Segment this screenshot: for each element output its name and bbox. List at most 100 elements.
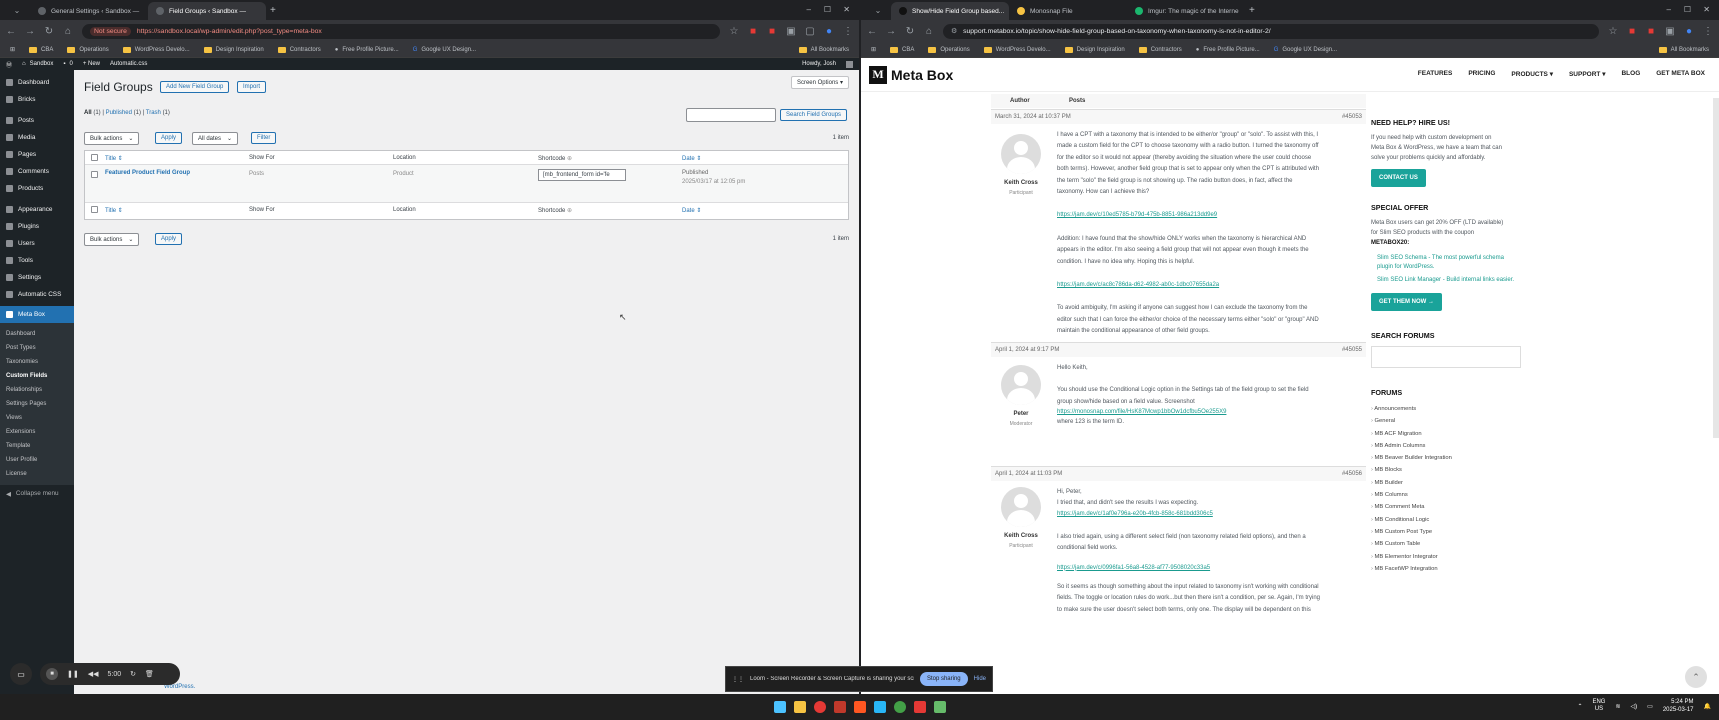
shortcode-input[interactable]: [mb_frontend_form id='fe [538,169,626,181]
wordpress-logo-icon[interactable]: Ⓦ [6,60,12,69]
menu-users[interactable]: Users [0,235,74,252]
get-them-now-button[interactable]: GET THEM NOW → [1371,293,1442,311]
profile-avatar-icon[interactable]: ● [824,26,834,37]
select-all-checkbox[interactable] [91,154,98,161]
nav-pricing[interactable]: PRICING [1468,70,1495,78]
menu-appearance[interactable]: Appearance [0,201,74,218]
extension-icon[interactable]: ▣ [1665,26,1675,37]
submenu-taxonomies[interactable]: Taxonomies [0,355,74,369]
apps-icon[interactable]: ⊞ [10,46,15,53]
tab-imgur[interactable]: Imgur: The magic of the Interne [1127,2,1245,20]
forward-icon[interactable]: → [886,26,896,37]
list-item[interactable]: MB Custom Post Type [1371,526,1521,538]
post-author[interactable]: Peter [991,411,1051,417]
jam-link[interactable]: https://jam.dev/c/10ed5785-b79d-475b-885… [1057,210,1356,221]
submenu-settings-pages[interactable]: Settings Pages [0,397,74,411]
filter-published[interactable]: Published [106,110,132,116]
post-id-link[interactable]: #45053 [1342,114,1362,120]
maximize-icon[interactable]: ☐ [1684,5,1691,14]
howdy-user[interactable]: Howdy, Josh [802,61,836,67]
tab-general-settings[interactable]: General Settings ‹ Sandbox — [30,2,148,20]
menu-plugins[interactable]: Plugins [0,218,74,235]
chrome-icon[interactable] [813,701,826,713]
maximize-icon[interactable]: ☐ [824,5,831,14]
bookmark-item[interactable]: Contractors [277,46,321,53]
stop-button[interactable]: ■ [46,668,58,680]
app-icon[interactable] [873,701,886,713]
list-item[interactable]: MB Comment Meta [1371,501,1521,513]
dates-select[interactable]: All dates ⌄ [192,132,239,145]
battery-icon[interactable]: ▭ [1647,703,1653,710]
home-icon[interactable]: ⌂ [22,61,26,67]
submenu-post-types[interactable]: Post Types [0,341,74,355]
list-item[interactable]: MB Builder [1371,477,1521,489]
home-icon[interactable]: ⌂ [63,26,73,37]
submenu-views[interactable]: Views [0,411,74,425]
address-bar[interactable]: ⚙ support.metabox.io/topic/show-hide-fie… [943,23,1599,39]
admin-bar-site[interactable]: Sandbox [30,61,54,67]
bookmark-star-icon[interactable]: ☆ [729,26,739,37]
forward-icon[interactable]: → [25,26,35,37]
apps-icon[interactable]: ⊞ [871,46,876,53]
post-author[interactable]: Keith Cross [991,533,1051,539]
apply-button-bottom[interactable]: Apply [155,233,183,245]
menu-products[interactable]: Products [0,180,74,197]
collapse-menu[interactable]: ◀ Collapse menu [0,485,74,502]
list-item[interactable]: General [1371,415,1521,427]
search-forums-input[interactable] [1371,346,1521,368]
brave-icon[interactable] [853,701,866,713]
close-icon[interactable]: ✕ [1703,5,1710,14]
back-icon[interactable]: ← [867,26,877,37]
menu-automatic-css[interactable]: Automatic CSS [0,286,74,303]
close-icon[interactable]: ✕ [843,5,850,14]
apply-button[interactable]: Apply [155,132,183,144]
drag-handle-icon[interactable]: ⋮⋮ [732,676,744,683]
submenu-template[interactable]: Template [0,439,74,453]
bookmark-item[interactable]: ● Free Profile Picture... [335,47,399,53]
hide-button[interactable]: Hide [974,676,986,682]
comment-icon[interactable]: ▪ [63,61,65,67]
extension-icon[interactable]: ▢ [805,26,815,37]
bookmark-item[interactable]: G Google UX Design... [413,47,476,53]
list-item[interactable]: MB Conditional Logic [1371,514,1521,526]
bookmark-item[interactable]: CBA [890,46,914,53]
app-icon[interactable] [833,701,846,713]
nav-get-meta-box[interactable]: GET META BOX [1656,70,1705,78]
list-item[interactable]: Announcements [1371,403,1521,415]
admin-bar-new[interactable]: + New [83,61,100,67]
filter-trash[interactable]: Trash [146,110,161,116]
bulk-actions-select-bottom[interactable]: Bulk actions ⌄ [84,233,140,246]
pause-icon[interactable]: ❚❚ [67,670,79,678]
jam-link[interactable]: https://jam.dev/c/ac8c786da-d62-4982-ab0… [1057,280,1356,291]
menu-dots-icon[interactable]: ⋮ [1703,26,1713,37]
restart-icon[interactable]: ↻ [130,670,136,678]
submenu-custom-fields[interactable]: Custom Fields [0,369,74,383]
back-icon[interactable]: ← [6,26,16,37]
list-item[interactable]: MB Blocks [1371,464,1521,476]
extension-icon[interactable]: ■ [748,26,758,37]
bookmark-item[interactable]: Operations [928,46,970,53]
submenu-relationships[interactable]: Relationships [0,383,74,397]
filter-button[interactable]: Filter [251,132,277,144]
screen-options-button[interactable]: Screen Options ▾ [790,76,849,89]
bookmark-item[interactable]: CBA [29,46,53,53]
clock[interactable]: 5:24 PM 2025-03-17 [1663,698,1694,714]
menu-meta-box[interactable]: Meta Box [0,306,74,323]
new-tab-icon[interactable]: + [1249,5,1255,16]
notifications-icon[interactable]: 🔔 [1704,703,1711,710]
tab-search-icon[interactable]: ⌄ [4,6,30,15]
select-all-checkbox[interactable] [91,206,98,213]
minimize-icon[interactable]: – [807,5,811,14]
bookmark-item[interactable]: WordPress Develo... [983,46,1051,53]
list-item[interactable]: MB Columns [1371,489,1521,501]
home-icon[interactable]: ⌂ [924,26,934,37]
col-title[interactable]: Title ⇕ [101,207,127,214]
chrome-icon[interactable] [893,701,906,713]
bookmark-item[interactable]: Design Inspiration [1064,46,1125,53]
file-explorer-icon[interactable] [793,701,806,713]
search-field-groups-button[interactable]: Search Field Groups [780,109,848,121]
submenu-extensions[interactable]: Extensions [0,425,74,439]
bookmark-item[interactable]: Contractors [1138,46,1182,53]
nav-features[interactable]: FEATURES [1418,70,1453,78]
offer-item[interactable]: Slim SEO Link Manager - Build internal l… [1371,276,1521,285]
